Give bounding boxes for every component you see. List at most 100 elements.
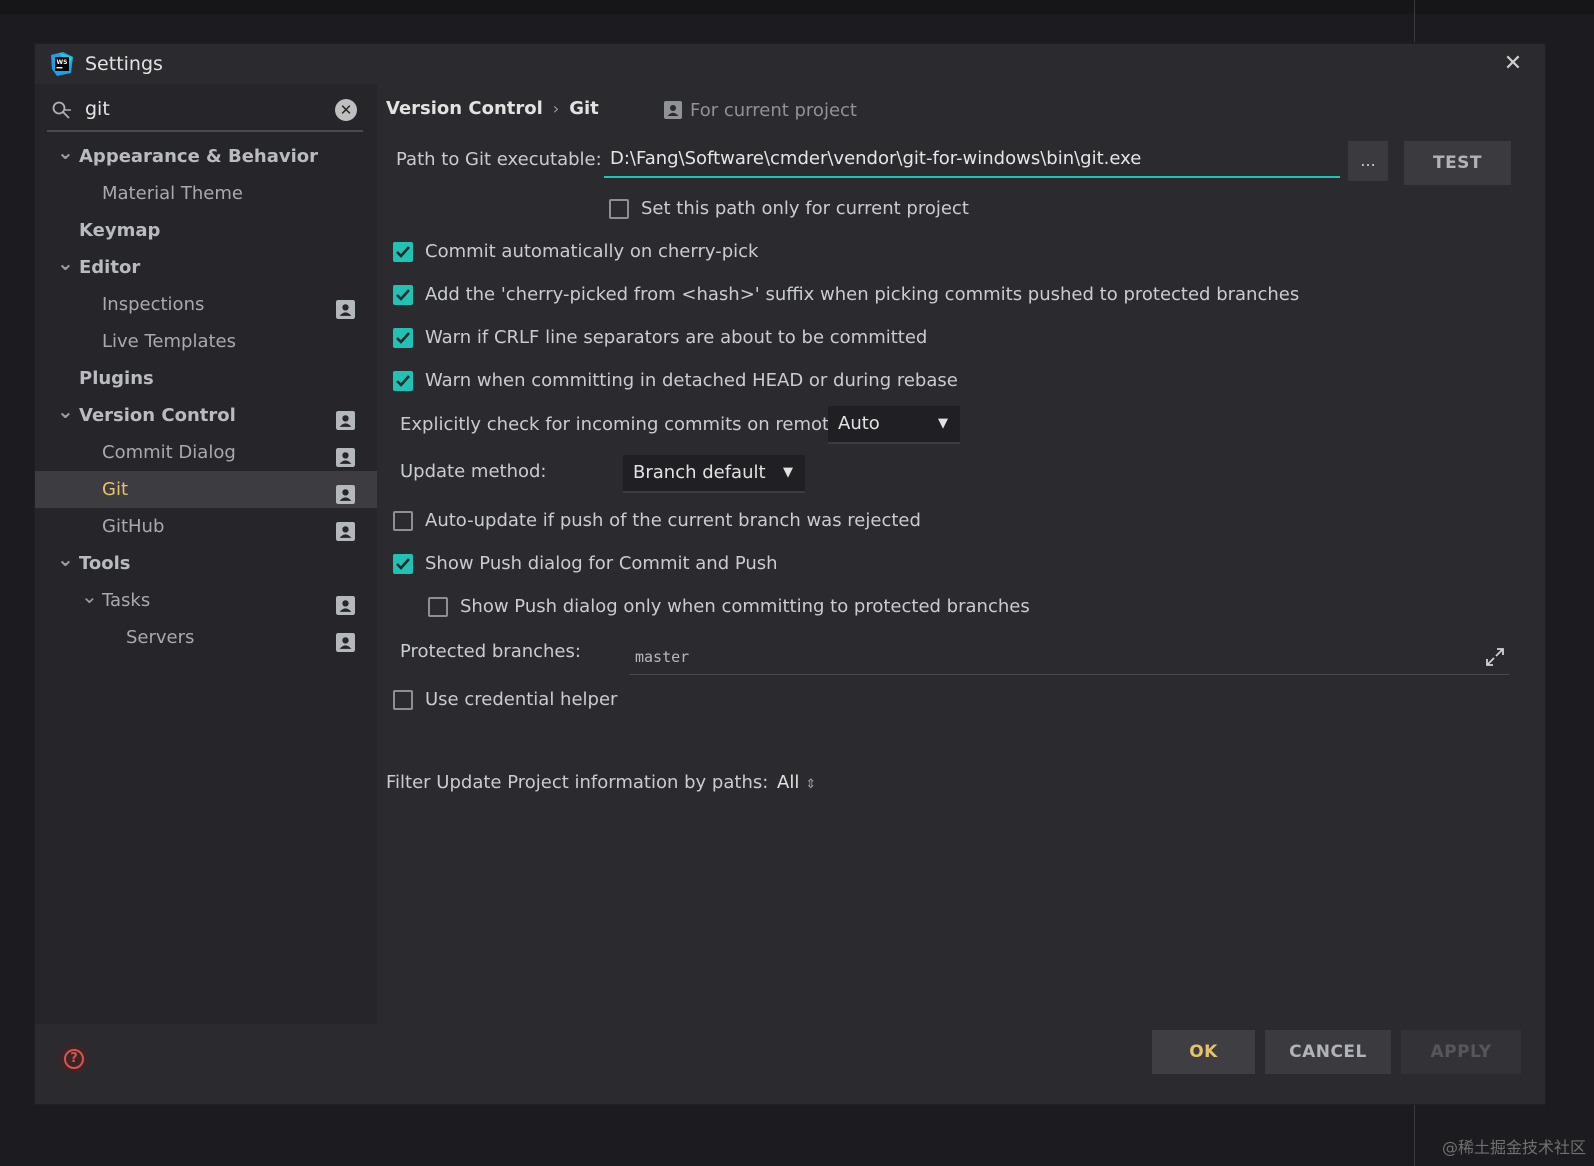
settings-sidebar: git ✕ ⌄ Appearance & Behavior Material The… (35, 84, 377, 1024)
ok-button[interactable]: OK (1152, 1030, 1255, 1074)
tree-item-live-templates[interactable]: Live Templates (35, 323, 377, 360)
filter-paths-label: Filter Update Project information by pat… (386, 772, 769, 793)
tree-item-editor[interactable]: ⌄ Editor (35, 249, 377, 286)
background-strip (0, 0, 1594, 14)
dropdown-arrow-icon: ▼ (783, 465, 793, 480)
tree-item-tools[interactable]: ⌄ Tools (35, 545, 377, 582)
project-scope-label: For current project (690, 100, 857, 121)
cancel-button[interactable]: CANCEL (1265, 1030, 1391, 1074)
svg-text:WS: WS (57, 59, 68, 66)
title-bar: WS Settings ✕ (35, 44, 1545, 84)
checkbox-icon[interactable] (393, 690, 413, 710)
checkbox-icon[interactable] (393, 554, 413, 574)
background-divider (1414, 0, 1415, 42)
background-divider (1414, 1103, 1415, 1166)
dropdown-arrow-icon: ▼ (938, 416, 948, 431)
tree-item-commit-dialog[interactable]: Commit Dialog (35, 434, 377, 471)
project-scope-icon (336, 295, 355, 319)
settings-search[interactable]: git ✕ (47, 92, 363, 132)
chevron-down-icon[interactable]: ⌄ (57, 138, 74, 166)
update-method-dropdown[interactable]: Branch default ▼ (623, 455, 805, 493)
chevron-down-icon[interactable]: ⌄ (81, 582, 98, 610)
git-path-label: Path to Git executable: (396, 149, 602, 170)
dialog-footer: ? OK CANCEL APPLY (35, 1024, 1545, 1104)
expand-icon[interactable] (1485, 647, 1505, 667)
test-button[interactable]: TEST (1404, 141, 1511, 185)
checkbox-label: Set this path only for current project (641, 198, 969, 219)
breadcrumb-current: Git (569, 98, 599, 119)
browse-button[interactable]: ... (1348, 141, 1388, 181)
filter-paths-select[interactable]: All ⇕ (777, 772, 816, 793)
checkbox-label: Show Push dialog for Commit and Push (425, 553, 778, 574)
apply-button[interactable]: APPLY (1401, 1030, 1521, 1074)
project-scope-icon (336, 443, 355, 467)
checkbox-label: Warn if CRLF line separators are about t… (425, 327, 928, 348)
project-scope-icon (336, 628, 355, 652)
protected-branches-label: Protected branches: (400, 641, 581, 662)
tree-item-label: Tools (79, 553, 131, 574)
tree-item-keymap[interactable]: Keymap (35, 212, 377, 249)
checkbox-label: Warn when committing in detached HEAD or… (425, 370, 958, 391)
tree-item-plugins[interactable]: Plugins (35, 360, 377, 397)
tree-item-label: Inspections (102, 294, 205, 315)
settings-dialog: WS Settings ✕ git ✕ ⌄ Appearance & Behavi… (35, 44, 1545, 1104)
checkbox-label: Add the 'cherry-picked from <hash>' suff… (425, 284, 1300, 305)
webstorm-app-icon: WS (51, 52, 73, 76)
incoming-commits-label: Explicitly check for incoming commits on… (400, 414, 856, 435)
checkbox-label: Show Push dialog only when committing to… (460, 596, 1030, 617)
git-settings-panel: Version Control › Git For current project … (377, 84, 1545, 1024)
tree-item-servers[interactable]: Servers (35, 619, 377, 656)
tree-item-inspections[interactable]: Inspections (35, 286, 377, 323)
tree-item-label: Plugins (79, 368, 154, 389)
checkbox-label: Use credential helper (425, 689, 618, 710)
project-scope-icon (336, 406, 355, 430)
tree-item-label: Tasks (102, 590, 151, 611)
tree-item-material-theme[interactable]: Material Theme (35, 175, 377, 212)
checkbox-icon[interactable] (428, 597, 448, 617)
close-button[interactable]: ✕ (1499, 50, 1527, 78)
tree-item-tasks[interactable]: ⌄ Tasks (35, 582, 377, 619)
watermark: @稀土掘金技术社区 (1441, 1138, 1586, 1157)
tree-item-github[interactable]: GitHub (35, 508, 377, 545)
checkbox-icon[interactable] (393, 511, 413, 531)
up-down-arrows-icon: ⇕ (805, 777, 817, 792)
chevron-down-icon[interactable]: ⌄ (57, 397, 74, 425)
project-icon (664, 101, 682, 119)
checkbox-icon[interactable] (393, 371, 413, 391)
breadcrumb-separator: › (552, 99, 560, 118)
filter-paths-value: All (777, 772, 800, 793)
settings-tree: ⌄ Appearance & Behavior Material Theme Keym… (35, 138, 377, 656)
tree-item-label: Servers (126, 627, 195, 648)
breadcrumb-parent[interactable]: Version Control (386, 98, 543, 119)
chevron-down-icon[interactable]: ⌄ (57, 249, 74, 277)
project-scope-icon (336, 591, 355, 615)
checkbox-icon[interactable] (609, 199, 629, 219)
search-input[interactable]: git (85, 98, 110, 120)
clear-search-icon[interactable]: ✕ (335, 99, 357, 121)
tree-item-appearance-behavior[interactable]: ⌄ Appearance & Behavior (35, 138, 377, 175)
protected-branches-value: master (635, 648, 690, 666)
project-scope-indicator: For current project (664, 100, 857, 121)
tree-item-version-control[interactable]: ⌄ Version Control (35, 397, 377, 434)
update-method-label: Update method: (400, 461, 547, 482)
tree-item-label: Editor (79, 257, 141, 278)
checkbox-icon[interactable] (393, 242, 413, 262)
help-icon[interactable]: ? (59, 1044, 89, 1074)
chevron-down-icon[interactable]: ⌄ (57, 545, 74, 573)
tree-item-label: GitHub (102, 516, 165, 537)
project-scope-icon (336, 517, 355, 541)
tree-item-label: Git (102, 479, 129, 500)
breadcrumb: Version Control › Git (386, 98, 599, 119)
incoming-commits-dropdown[interactable]: Auto ▼ (828, 406, 960, 444)
checkbox-label: Commit automatically on cherry-pick (425, 241, 759, 262)
tree-item-label: Keymap (79, 220, 161, 241)
checkbox-icon[interactable] (393, 285, 413, 305)
checkbox-icon[interactable] (393, 328, 413, 348)
protected-branches-input[interactable]: master (629, 641, 1509, 675)
git-path-input[interactable]: D:\Fang\Software\cmder\vendor\git-for-wi… (604, 140, 1340, 178)
incoming-commits-value: Auto (838, 413, 880, 434)
update-method-value: Branch default (633, 462, 766, 483)
tree-item-label: Appearance & Behavior (79, 146, 319, 167)
project-scope-icon (336, 480, 355, 504)
tree-item-git[interactable]: Git (35, 471, 377, 508)
